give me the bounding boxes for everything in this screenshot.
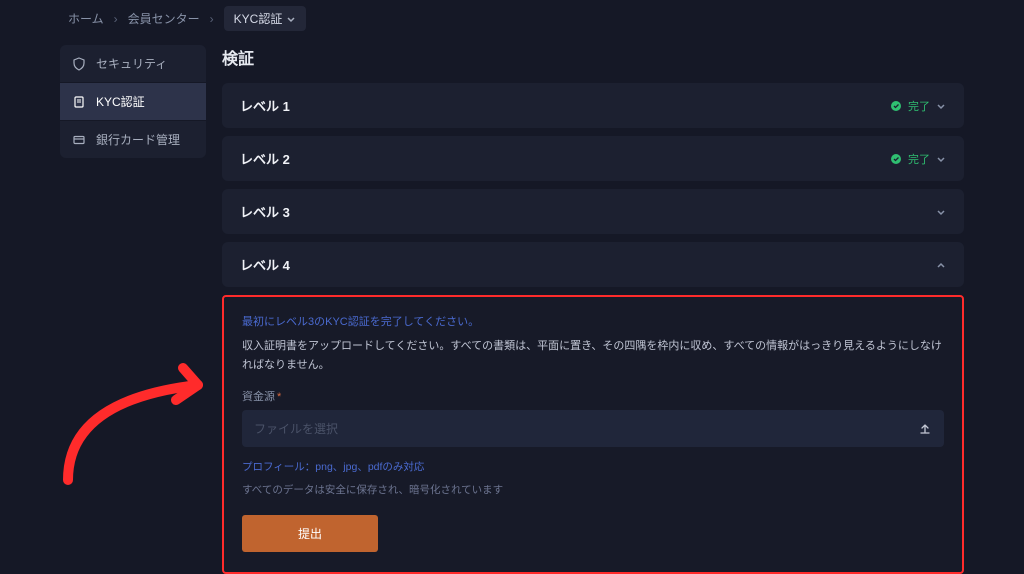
sidebar-item-label: 銀行カード管理 [96, 131, 180, 148]
document-icon [72, 95, 86, 109]
chevron-right-icon: › [114, 12, 118, 26]
level-label: レベル 2 [240, 149, 290, 168]
level-status [936, 207, 946, 217]
file-select-input[interactable]: ファイルを選択 [242, 410, 944, 447]
crumb-center[interactable]: 会員センター [128, 10, 200, 27]
sidebar-item-bankcard[interactable]: 銀行カード管理 [60, 121, 206, 158]
chevron-down-icon [936, 101, 946, 111]
sidebar-item-kyc[interactable]: KYC認証 [60, 83, 206, 120]
check-circle-icon [890, 153, 902, 165]
sidebar-item-label: セキュリティ [96, 55, 167, 72]
level-row-4[interactable]: レベル 4 [222, 242, 964, 287]
chevron-down-icon [936, 154, 946, 164]
level-label: レベル 1 [240, 96, 290, 115]
crumb-current-label: KYC認証 [234, 10, 283, 27]
level4-expanded-panel: 最初にレベル3のKYC認証を完了してください。 収入証明書をアップロードしてくだ… [222, 295, 964, 574]
upload-icon [918, 422, 932, 436]
chevron-right-icon: › [210, 12, 214, 26]
sidebar: セキュリティ KYC認証 銀行カード管理 [60, 45, 206, 574]
level-row-1[interactable]: レベル 1 完了 [222, 83, 964, 128]
chevron-down-icon [936, 207, 946, 217]
level-row-3[interactable]: レベル 3 [222, 189, 964, 234]
chevron-up-icon [936, 260, 946, 270]
check-circle-icon [890, 100, 902, 112]
chevron-down-icon [286, 14, 296, 24]
page-title: 検証 [222, 45, 964, 69]
warning-text: 最初にレベル3のKYC認証を完了してください。 [242, 313, 944, 329]
level-status: 完了 [890, 151, 946, 167]
sidebar-item-security[interactable]: セキュリティ [60, 45, 206, 82]
secure-note: すべてのデータは安全に保存され、暗号化されています [242, 482, 944, 497]
level-status [936, 260, 946, 270]
required-asterisk: * [277, 391, 281, 403]
level-label: レベル 4 [240, 255, 290, 274]
file-placeholder: ファイルを選択 [254, 420, 338, 437]
breadcrumb: ホーム › 会員センター › KYC認証 [0, 0, 1024, 37]
status-text: 完了 [908, 151, 930, 167]
field-label-text: 資金源 [242, 391, 275, 403]
instruction-text: 収入証明書をアップロードしてください。すべての書類は、平面に置き、その四隅を枠内… [242, 337, 944, 374]
sidebar-item-label: KYC認証 [96, 93, 145, 110]
submit-button[interactable]: 提出 [242, 515, 378, 552]
crumb-home[interactable]: ホーム [68, 10, 104, 27]
card-icon [72, 133, 86, 147]
status-text: 完了 [908, 98, 930, 114]
shield-icon [72, 57, 86, 71]
file-format-hint: プロフィール：png、jpg、pdfのみ対応 [242, 459, 944, 474]
level-status: 完了 [890, 98, 946, 114]
level-label: レベル 3 [240, 202, 290, 221]
field-label: 資金源* [242, 388, 944, 404]
crumb-current[interactable]: KYC認証 [224, 6, 307, 31]
level-row-2[interactable]: レベル 2 完了 [222, 136, 964, 181]
